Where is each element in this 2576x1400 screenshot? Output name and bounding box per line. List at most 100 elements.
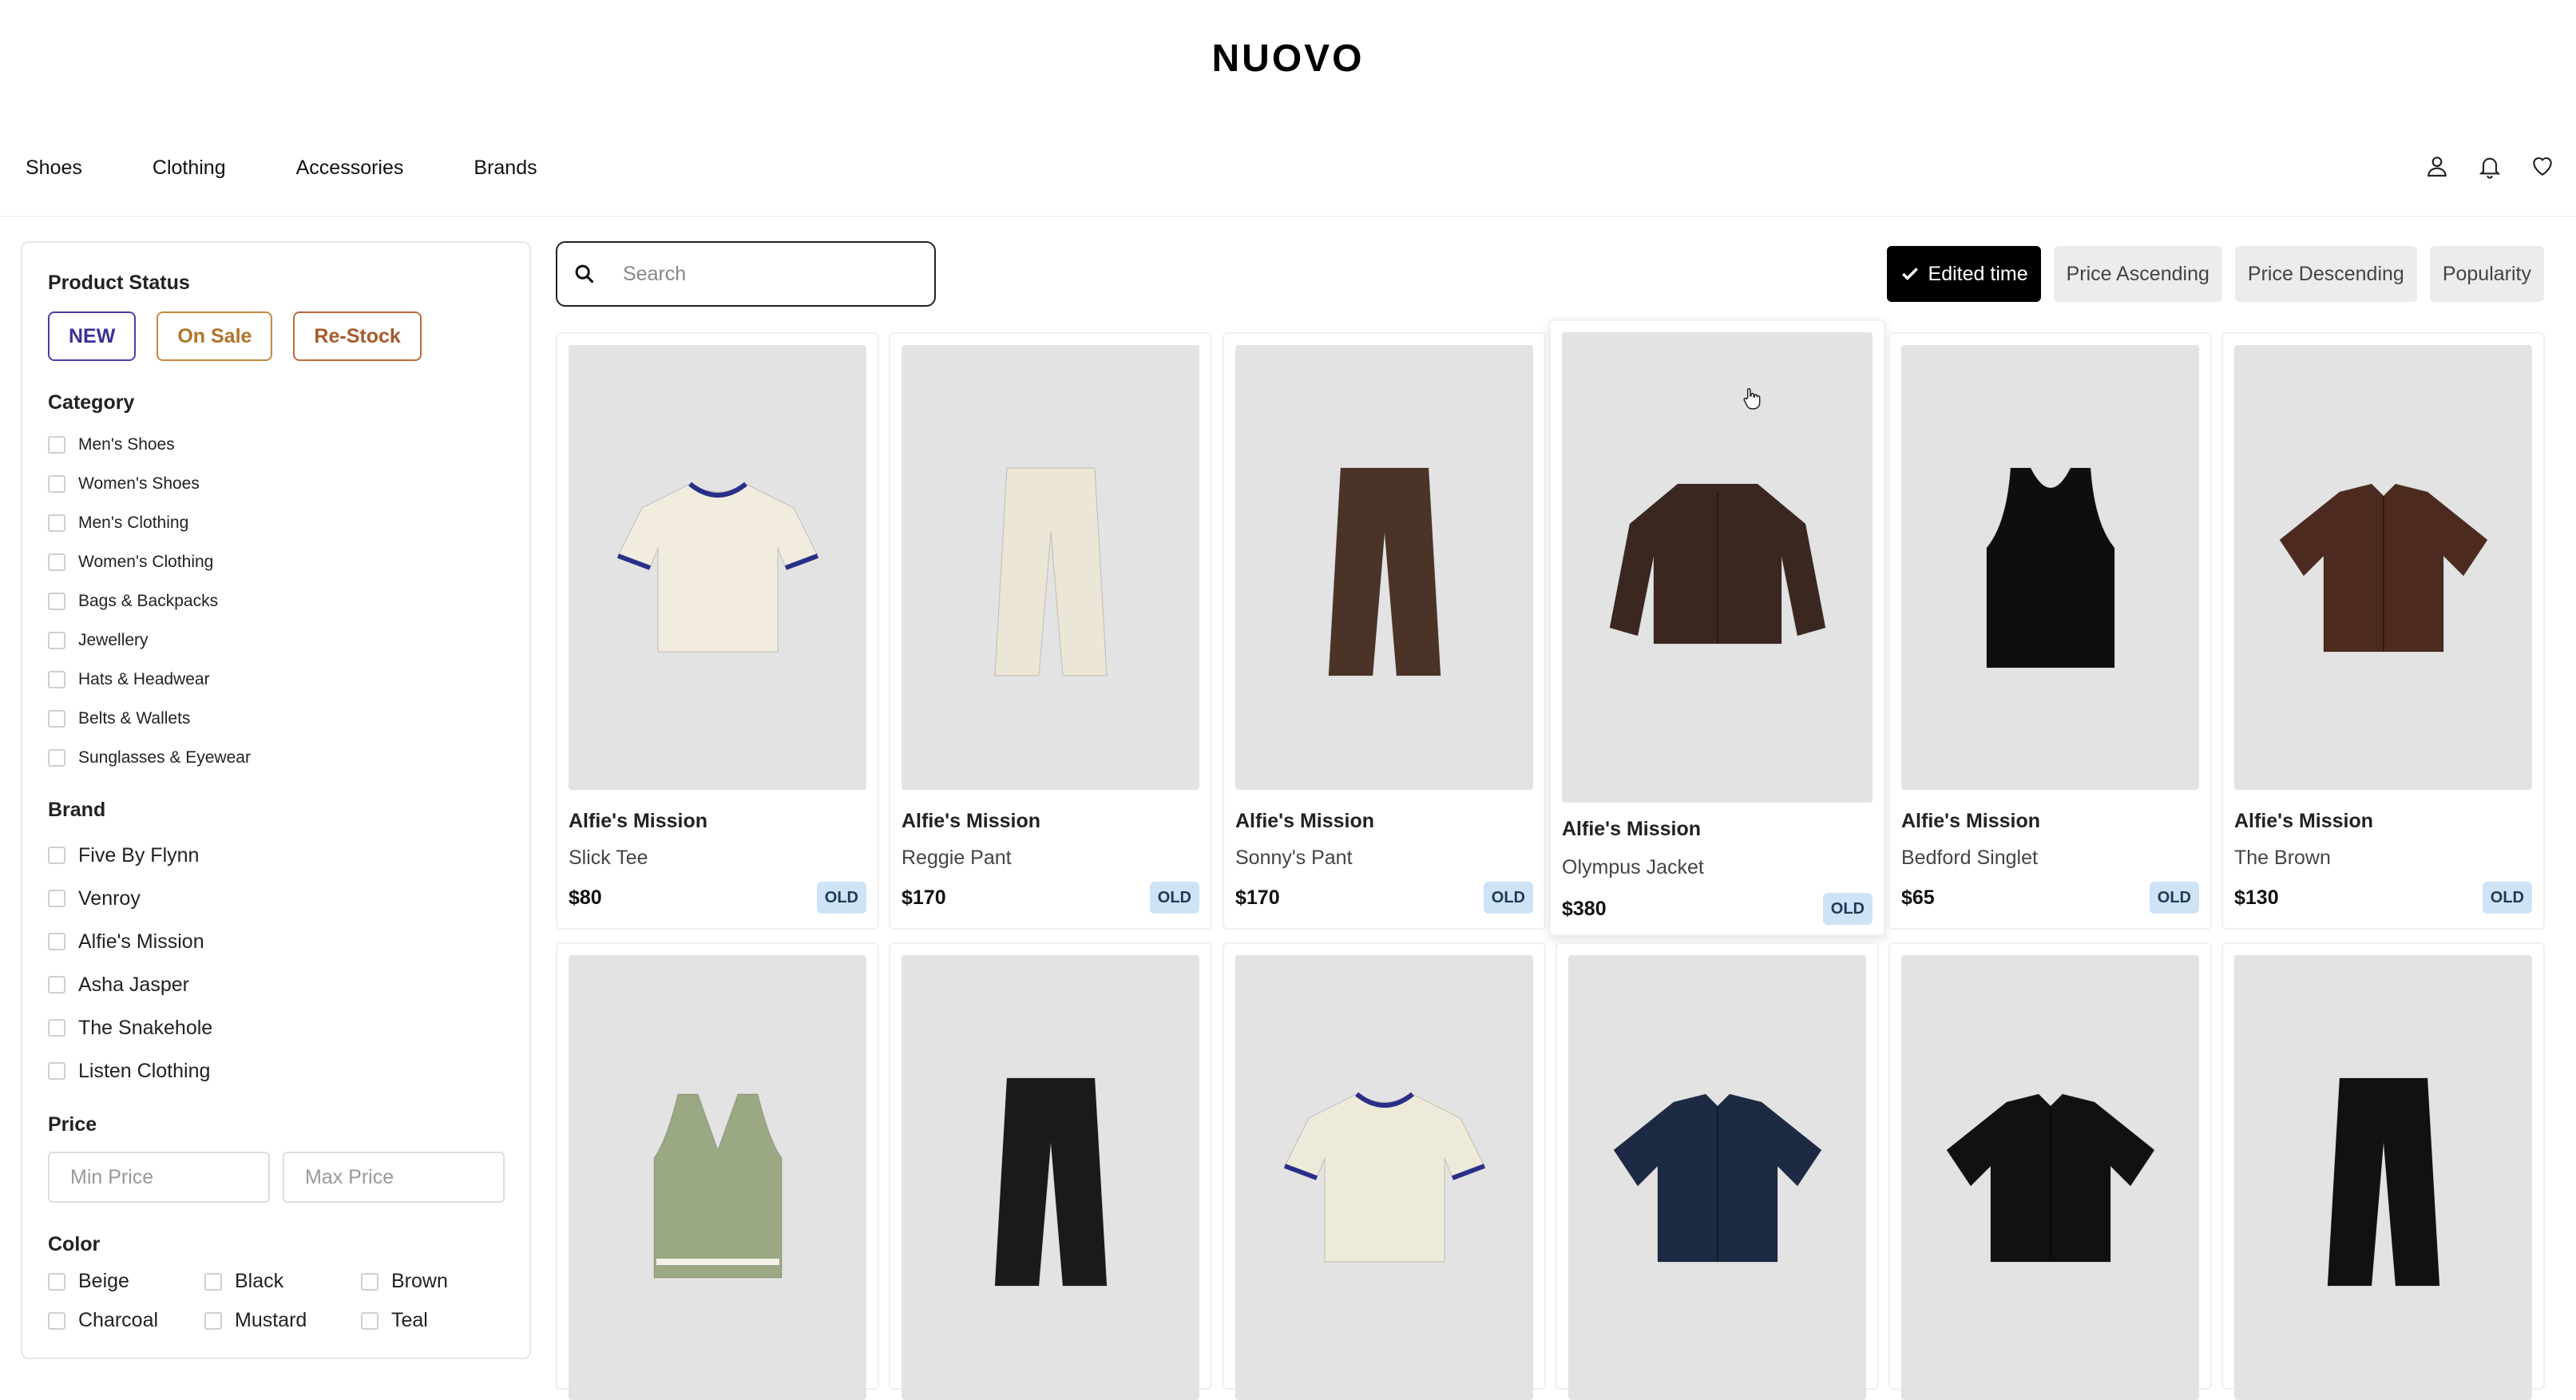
checkbox[interactable] (48, 474, 65, 493)
checkbox[interactable] (48, 631, 65, 649)
sort-edited-time-button[interactable]: Edited time (1886, 246, 2041, 302)
checkbox[interactable] (48, 1019, 65, 1037)
product-image[interactable] (902, 955, 1199, 1400)
brand-item[interactable]: Asha Jasper (48, 963, 212, 1006)
product-card[interactable]: Alfie's Mission Sonny's Pant $170 OLD (1223, 332, 1546, 930)
product-card[interactable]: Alfie's Mission The Brown $130 OLD (2221, 332, 2545, 930)
color-item[interactable]: Mustard (204, 1309, 361, 1332)
status-new-button[interactable]: NEW (48, 311, 137, 361)
checkbox[interactable] (204, 1311, 222, 1330)
product-image[interactable] (569, 955, 866, 1400)
product-name[interactable]: Bedford Singlet (1901, 847, 2038, 870)
product-name[interactable]: Reggie Pant (902, 847, 1012, 870)
product-name[interactable]: Sonny's Pant (1235, 847, 1353, 870)
category-item[interactable]: Men's Clothing (48, 503, 251, 542)
product-card[interactable]: Alfie's Mission Olympus Jacket $380 OLD (1549, 319, 1885, 936)
checkbox[interactable] (48, 670, 65, 688)
product-card[interactable]: Alfie's Mission Reggie Pant $170 OLD (889, 332, 1212, 930)
product-image[interactable] (1901, 345, 2199, 790)
product-image[interactable] (2234, 955, 2532, 1400)
product-card[interactable] (556, 942, 879, 1400)
category-item[interactable]: Sunglasses & Eyewear (48, 738, 251, 777)
product-brand: Alfie's Mission (2234, 810, 2374, 832)
category-item[interactable]: Men's Shoes (48, 425, 251, 464)
color-item[interactable]: Beige (48, 1270, 204, 1293)
category-item[interactable]: Women's Shoes (48, 464, 251, 503)
product-price: $170 (1235, 886, 1280, 909)
brand-item[interactable]: Venroy (48, 877, 212, 920)
product-brand: Alfie's Mission (569, 810, 708, 832)
product-card[interactable]: Alfie's Mission Bedford Singlet $65 OLD (1888, 332, 2212, 930)
checkbox[interactable] (48, 1062, 65, 1080)
product-card[interactable] (889, 942, 1212, 1400)
brand-item[interactable]: Five By Flynn (48, 834, 212, 877)
brand-item[interactable]: The Snakehole (48, 1006, 212, 1049)
sort-price-ascending-button[interactable]: Price Ascending (2053, 246, 2222, 302)
color-item[interactable]: Charcoal (48, 1309, 204, 1332)
product-image[interactable] (2234, 345, 2532, 790)
checkbox[interactable] (48, 435, 65, 454)
product-brand: Alfie's Mission (1562, 818, 1702, 840)
product-image[interactable] (1901, 955, 2199, 1400)
product-image[interactable] (1235, 955, 1533, 1400)
color-item[interactable]: Black (204, 1270, 361, 1293)
checkbox[interactable] (48, 514, 65, 532)
site-logo[interactable]: NUOVO (0, 37, 2576, 81)
checkbox[interactable] (48, 748, 65, 767)
checkbox[interactable] (48, 890, 65, 907)
status-restock-button[interactable]: Re-Stock (293, 311, 422, 361)
search-box[interactable]: Search (556, 241, 936, 307)
nav-clothing[interactable]: Clothing (153, 157, 226, 180)
sort-price-descending-button[interactable]: Price Descending (2234, 246, 2417, 302)
status-on-sale-button[interactable]: On Sale (157, 311, 273, 361)
product-image[interactable] (902, 345, 1199, 790)
product-name[interactable]: Olympus Jacket (1562, 856, 1704, 879)
product-image[interactable] (1562, 332, 1873, 803)
checkbox[interactable] (48, 1311, 65, 1330)
product-brand: Alfie's Mission (902, 810, 1041, 832)
product-image[interactable] (1235, 345, 1533, 790)
checkbox[interactable] (48, 976, 65, 993)
product-name[interactable]: Slick Tee (569, 847, 648, 870)
search-icon (575, 264, 594, 284)
category-item[interactable]: Belts & Wallets (48, 699, 251, 738)
user-icon[interactable] (2424, 153, 2450, 179)
color-item[interactable]: Brown (361, 1270, 517, 1293)
category-title: Category (48, 391, 135, 414)
checkbox[interactable] (48, 553, 65, 571)
checkbox[interactable] (361, 1272, 378, 1291)
category-item[interactable]: Jewellery (48, 621, 251, 660)
brand-item[interactable]: Alfie's Mission (48, 920, 212, 963)
checkbox[interactable] (48, 1272, 65, 1291)
checkbox[interactable] (361, 1311, 378, 1330)
checkbox[interactable] (48, 709, 65, 728)
nav-brands[interactable]: Brands (474, 157, 537, 180)
search-input[interactable]: Search (623, 263, 686, 286)
color-item[interactable]: Teal (361, 1309, 517, 1332)
brand-item[interactable]: Listen Clothing (48, 1049, 212, 1093)
checkbox[interactable] (204, 1272, 222, 1291)
nav-accessories[interactable]: Accessories (296, 157, 404, 180)
checkbox[interactable] (48, 847, 65, 864)
product-price: $170 (902, 886, 946, 909)
sort-popularity-button[interactable]: Popularity (2429, 246, 2544, 302)
category-item[interactable]: Bags & Backpacks (48, 581, 251, 621)
bell-icon[interactable] (2477, 153, 2503, 179)
min-price-input[interactable]: Min Price (48, 1152, 270, 1203)
product-image[interactable] (1568, 955, 1866, 1400)
product-name[interactable]: The Brown (2234, 847, 2331, 870)
category-item[interactable]: Women's Clothing (48, 542, 251, 581)
product-card[interactable] (2221, 942, 2545, 1400)
heart-icon[interactable] (2530, 153, 2555, 179)
product-card[interactable]: Alfie's Mission Slick Tee $80 OLD (556, 332, 879, 930)
nav-shoes[interactable]: Shoes (26, 157, 82, 180)
brand-title: Brand (48, 799, 106, 821)
max-price-input[interactable]: Max Price (283, 1152, 505, 1203)
product-card[interactable] (1556, 942, 1879, 1400)
product-card[interactable] (1223, 942, 1546, 1400)
category-item[interactable]: Hats & Headwear (48, 660, 251, 699)
product-image[interactable] (569, 345, 866, 790)
product-card[interactable] (1888, 942, 2212, 1400)
checkbox[interactable] (48, 933, 65, 950)
checkbox[interactable] (48, 592, 65, 610)
